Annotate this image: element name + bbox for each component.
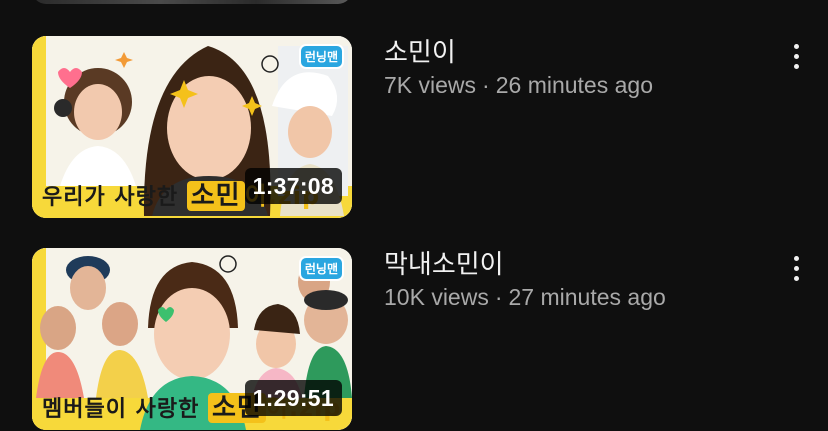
video-title[interactable]: 소민이 [384,36,764,70]
caption-highlight: 소민 [186,181,245,211]
separator-dot: · [482,72,490,98]
duration-badge: 1:37:08 [244,168,342,204]
more-vert-icon[interactable] [784,254,808,282]
video-thumbnail[interactable]: 멤버들이 사랑한 소민이.zip 런닝맨 1:29:51 [32,248,352,430]
video-title[interactable]: 막내소민이 [384,248,764,282]
view-count: 10K views [384,284,489,310]
video-thumbnail[interactable]: 우리가 사랑한 소민이.zip 런닝맨 1:37:08 [32,36,352,218]
caption-prefix: 멤버들이 사랑한 [42,397,208,422]
video-stats: 7K views · 26 minutes ago [384,70,764,100]
video-item[interactable]: 멤버들이 사랑한 소민이.zip 런닝맨 1:29:51 막내소민이 10K v… [0,248,828,430]
channel-logo-badge: 런닝맨 [298,44,344,69]
upload-age: 26 minutes ago [495,72,653,98]
video-meta[interactable]: 소민이 7K views · 26 minutes ago [384,36,764,100]
duration-badge: 1:29:51 [244,380,342,416]
channel-logo-badge: 런닝맨 [298,256,344,281]
video-meta[interactable]: 막내소민이 10K views · 27 minutes ago [384,248,764,312]
caption-prefix: 우리가 사랑한 [42,185,187,210]
more-vert-icon[interactable] [784,42,808,70]
separator-dot: · [494,284,503,310]
video-item[interactable]: 우리가 사랑한 소민이.zip 런닝맨 1:37:08 소민이 7K views… [0,36,828,218]
video-stats: 10K views · 27 minutes ago [384,282,764,312]
view-count: 7K views [384,72,477,98]
previous-video-thumbnail[interactable] [32,0,352,4]
upload-age: 27 minutes ago [508,284,666,310]
